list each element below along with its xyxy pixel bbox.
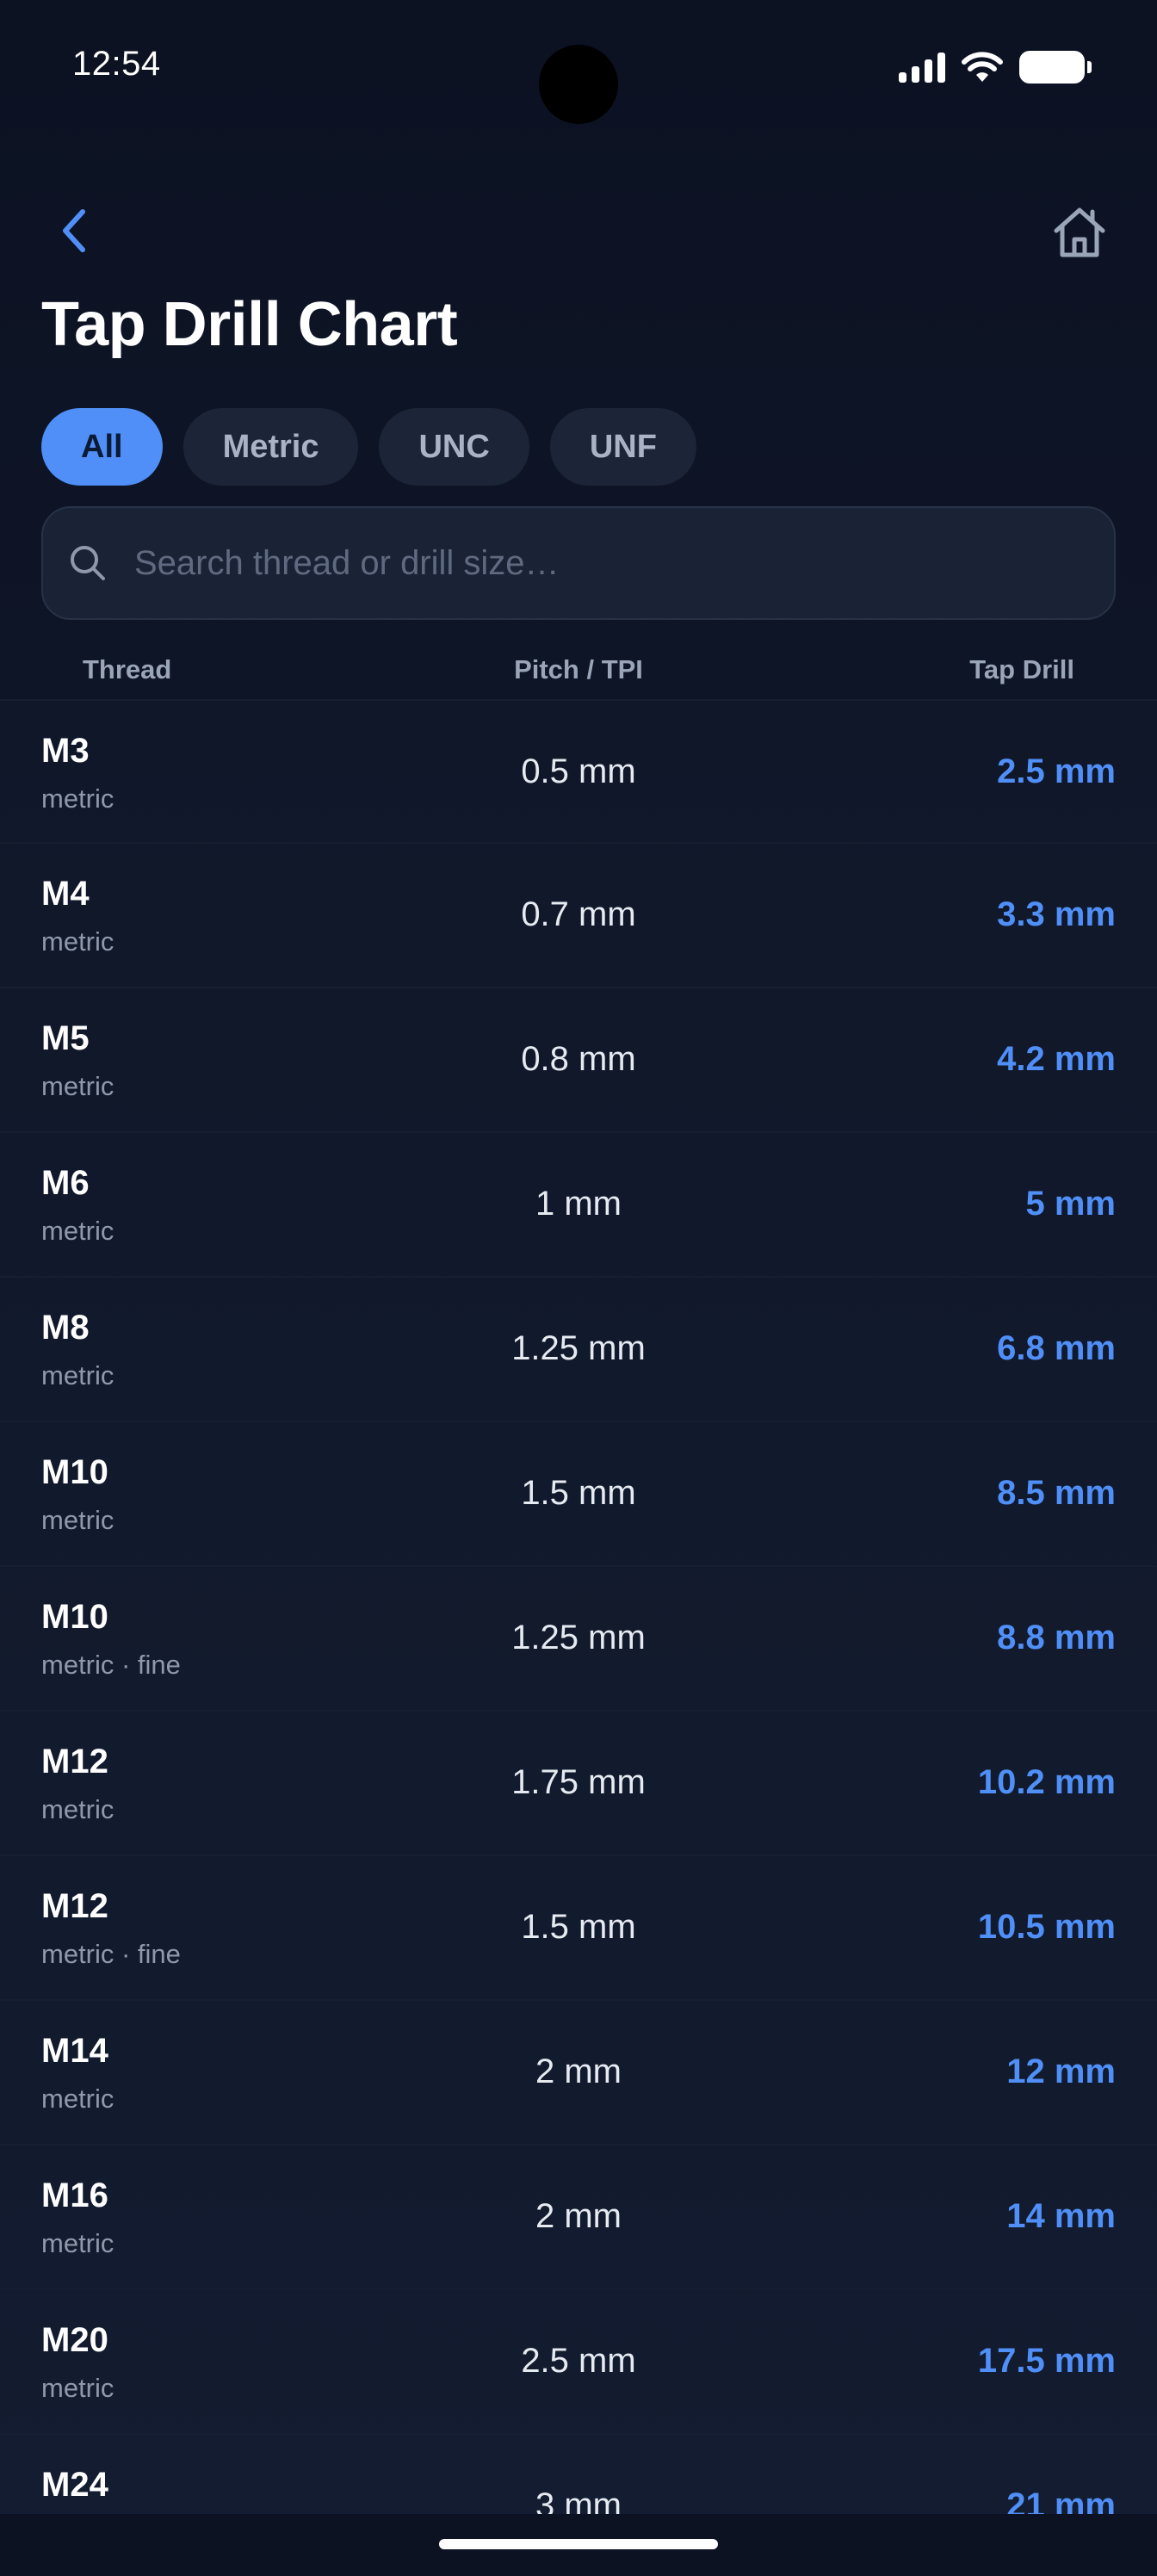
tap-drill-size: 5 mm (1025, 1185, 1117, 1223)
tap-drill-size: 6.8 mm (997, 1329, 1116, 1367)
thread-pitch: 1 mm (535, 1185, 622, 1223)
cellular-signal-icon (899, 52, 945, 83)
thread-pitch: 1.25 mm (511, 1619, 646, 1656)
home-icon (1054, 207, 1105, 257)
filter-chip-metric[interactable]: Metric (183, 408, 359, 486)
camera-cutout (539, 45, 618, 124)
table-row[interactable]: M6 metric 1 mm 5 mm (0, 1133, 1157, 1278)
filter-chips: All Metric UNC UNF (41, 408, 696, 486)
tap-drill-table: M3 metric 0.5 mm 2.5 mm M4 metric 0.7 mm… (0, 699, 1157, 2576)
home-button[interactable] (1047, 200, 1112, 265)
table-row[interactable]: M3 metric 0.5 mm 2.5 mm (0, 699, 1157, 844)
column-header-tap-drill: Tap Drill (969, 654, 1074, 684)
search-bar[interactable] (41, 506, 1116, 620)
wifi-icon (962, 52, 1003, 82)
table-row[interactable]: M16 metric 2 mm 14 mm (0, 2146, 1157, 2290)
thread-pitch: 0.5 mm (521, 752, 636, 790)
table-row[interactable]: M20 metric 2.5 mm 17.5 mm (0, 2290, 1157, 2435)
status-bar: 12:54 (0, 0, 1157, 138)
tap-drill-size: 3.3 mm (997, 895, 1116, 933)
tap-drill-size: 12 mm (1006, 2053, 1116, 2090)
thread-pitch: 0.7 mm (521, 895, 636, 933)
search-input[interactable] (134, 508, 1114, 618)
status-icons (899, 48, 1092, 86)
thread-pitch: 2 mm (535, 2053, 622, 2090)
tap-drill-size: 2.5 mm (997, 752, 1116, 790)
table-row[interactable]: M12 metric · fine 1.5 mm 10.5 mm (0, 1856, 1157, 2001)
table-row[interactable]: M4 metric 0.7 mm 3.3 mm (0, 844, 1157, 988)
filter-chip-all[interactable]: All (41, 408, 163, 486)
table-header: Thread Pitch / TPI Tap Drill (0, 647, 1157, 699)
table-row[interactable]: M5 metric 0.8 mm 4.2 mm (0, 988, 1157, 1133)
search-icon (71, 546, 105, 580)
tap-drill-size: 10.2 mm (977, 1763, 1116, 1801)
thread-pitch: 0.8 mm (521, 1040, 636, 1078)
chevron-left-icon (63, 209, 85, 252)
tap-drill-size: 4.2 mm (997, 1040, 1116, 1078)
tap-drill-size: 14 mm (1006, 2197, 1116, 2235)
app-screen: 12:54 Tap Drill Chart All Metric UNC UNF… (0, 0, 1157, 2576)
back-button[interactable] (50, 200, 98, 262)
tap-drill-size: 17.5 mm (977, 2342, 1116, 2380)
filter-chip-unc[interactable]: UNC (379, 408, 529, 486)
home-indicator[interactable] (439, 2539, 718, 2549)
status-time: 12:54 (72, 45, 161, 83)
page-title: Tap Drill Chart (41, 290, 458, 359)
tap-drill-size: 10.5 mm (977, 1908, 1116, 1946)
tap-drill-size: 8.8 mm (997, 1619, 1116, 1656)
table-row[interactable]: M10 metric · fine 1.25 mm 8.8 mm (0, 1567, 1157, 1712)
tap-drill-size: 8.5 mm (997, 1474, 1116, 1512)
table-row[interactable]: M8 metric 1.25 mm 6.8 mm (0, 1278, 1157, 1422)
filter-chip-unf[interactable]: UNF (549, 408, 696, 486)
table-row[interactable]: M10 metric 1.5 mm 8.5 mm (0, 1422, 1157, 1567)
thread-pitch: 1.5 mm (521, 1474, 636, 1512)
thread-pitch: 1.25 mm (511, 1329, 646, 1367)
table-row[interactable]: M14 metric 2 mm 12 mm (0, 2001, 1157, 2146)
battery-icon (1019, 51, 1092, 84)
thread-pitch: 2 mm (535, 2197, 622, 2235)
table-row[interactable]: M12 metric 1.75 mm 10.2 mm (0, 1712, 1157, 1856)
